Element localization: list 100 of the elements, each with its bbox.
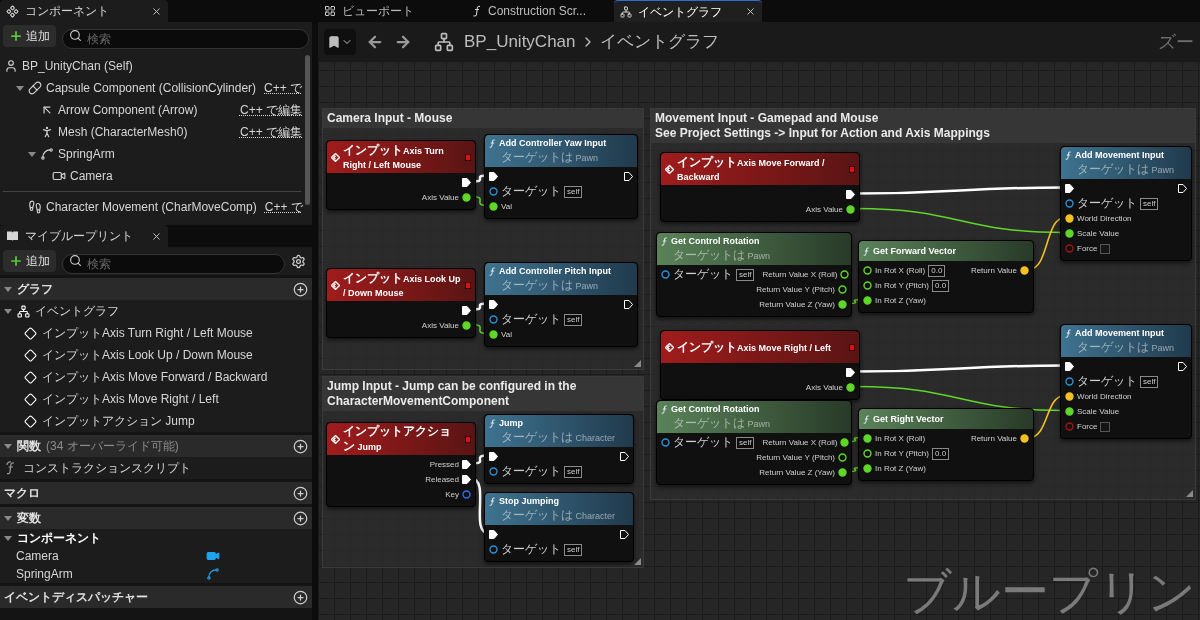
component-tree-item[interactable]: BP_UnityChan (Self) bbox=[0, 55, 304, 77]
resize-handle-icon[interactable] bbox=[634, 360, 641, 367]
pin-icon[interactable] bbox=[489, 187, 498, 196]
pin-value-field[interactable]: self bbox=[564, 313, 583, 326]
pure-node[interactable]: Get Forward Vector In Rot X (Roll) 0.0 Return Value In Rot Y (Pitch) 0.0 In Rot Z (Yaw) bbox=[858, 240, 1034, 313]
resize-handle-icon[interactable] bbox=[634, 558, 641, 565]
pin-icon[interactable] bbox=[863, 434, 872, 443]
event-node[interactable]: インプットAxis Turn Right / Left Mouse Axis Value bbox=[326, 140, 476, 210]
pin-icon[interactable] bbox=[1065, 229, 1074, 238]
exec-pin-icon[interactable] bbox=[624, 172, 633, 181]
event-node[interactable]: インプットAxis Move Forward / Backward Axis Value bbox=[660, 152, 860, 222]
pin-value-field[interactable]: 0.0 bbox=[928, 264, 946, 277]
pin-icon[interactable] bbox=[489, 202, 498, 211]
expand-arrow-icon[interactable] bbox=[16, 84, 24, 92]
event-node[interactable]: インプットAxis Move Right / Left Axis Value bbox=[660, 330, 860, 400]
pin-icon[interactable] bbox=[840, 270, 850, 279]
panel-tab[interactable]: マイブループリント bbox=[0, 225, 168, 247]
exec-pin-icon[interactable] bbox=[462, 306, 471, 315]
pin-value-field[interactable]: self bbox=[564, 543, 583, 556]
pin-icon[interactable] bbox=[838, 285, 847, 294]
bookmark-button[interactable] bbox=[324, 29, 356, 55]
comment-box[interactable] bbox=[650, 108, 1196, 500]
exec-pin-icon[interactable] bbox=[620, 452, 629, 461]
edit-link[interactable]: C++ で bbox=[260, 198, 303, 216]
comment-box[interactable]: Jump Input - Jump can be configured in the CharacterMovementComponent インプットアクション Jump Pressed Released Key Jump ターゲットは Character ターゲット self Stop Jumping ターゲットは Character ターゲット self bbox=[322, 376, 644, 568]
category-header[interactable]: コンポーネント bbox=[0, 529, 312, 547]
close-icon[interactable] bbox=[151, 5, 162, 17]
pin-icon[interactable] bbox=[661, 438, 670, 447]
edit-link[interactable]: C++ で編集 bbox=[236, 123, 302, 141]
breadcrumb-item[interactable]: BP_UnityChan bbox=[464, 29, 576, 55]
component-tree-item[interactable]: Character Movement (CharMoveComp) C++ で bbox=[0, 196, 304, 218]
search-field[interactable]: 検索 bbox=[62, 29, 309, 49]
exec-pin-icon[interactable] bbox=[1065, 362, 1074, 371]
editor-tab[interactable]: イベントグラフ bbox=[614, 0, 762, 22]
pin-value-field[interactable]: self bbox=[1140, 375, 1159, 388]
tree-item[interactable]: コンストラクションスクリプト bbox=[0, 457, 312, 479]
section-header[interactable]: イベントディスパッチャー bbox=[0, 586, 312, 608]
pure-node[interactable]: Get Right Vector In Rot X (Roll) Return Value In Rot Y (Pitch) 0.0 In Rot Z (Yaw) bbox=[858, 408, 1034, 481]
pin-icon[interactable] bbox=[462, 321, 471, 330]
add-icon[interactable] bbox=[293, 485, 308, 501]
exec-pin-icon[interactable] bbox=[462, 178, 471, 187]
edit-link[interactable]: C++ で編集 bbox=[236, 101, 302, 119]
delegate-pin-icon[interactable] bbox=[465, 435, 471, 443]
variable-item[interactable]: SpringArm bbox=[0, 565, 312, 583]
pin-value-field[interactable]: self bbox=[564, 185, 583, 198]
event-node[interactable]: インプットAxis Look Up / Down Mouse Axis Value bbox=[326, 268, 476, 338]
exec-pin-icon[interactable] bbox=[462, 460, 471, 469]
exec-pin-icon[interactable] bbox=[1178, 362, 1187, 371]
delegate-pin-icon[interactable] bbox=[849, 343, 855, 351]
editor-tab[interactable]: ビューポート bbox=[318, 0, 466, 22]
expand-arrow-icon[interactable] bbox=[28, 150, 36, 158]
component-tree-item[interactable]: Camera bbox=[0, 165, 304, 187]
tree-item[interactable]: インプットアクション Jump bbox=[0, 410, 312, 432]
pin-icon[interactable] bbox=[863, 464, 872, 473]
pin-value-field[interactable]: 0.0 bbox=[931, 279, 950, 292]
back-icon[interactable] bbox=[366, 33, 384, 51]
section-header[interactable]: マクロ bbox=[0, 482, 312, 504]
exec-pin-icon[interactable] bbox=[846, 190, 855, 199]
add-button[interactable]: 追加 bbox=[3, 25, 56, 47]
search-field[interactable]: 検索 bbox=[62, 254, 285, 274]
pin-icon[interactable] bbox=[661, 270, 670, 279]
pin-value-field[interactable]: self bbox=[736, 436, 755, 449]
pin-icon[interactable] bbox=[863, 449, 872, 458]
pin-icon[interactable] bbox=[863, 281, 872, 290]
close-icon[interactable] bbox=[745, 6, 756, 17]
resize-handle-icon[interactable] bbox=[1186, 490, 1193, 497]
pin-icon[interactable] bbox=[838, 300, 847, 309]
pin-value-field[interactable]: self bbox=[1140, 197, 1159, 210]
function-node[interactable]: Add Controller Yaw Input ターゲットは Pawn ターゲット self Val bbox=[484, 134, 638, 219]
variable-item[interactable]: Camera bbox=[0, 547, 312, 565]
pin-icon[interactable] bbox=[1065, 377, 1074, 386]
tree-item[interactable]: インプットAxis Move Forward / Backward bbox=[0, 366, 312, 388]
pin-icon[interactable] bbox=[489, 315, 498, 324]
exec-pin-icon[interactable] bbox=[1065, 184, 1074, 193]
function-node[interactable]: Add Movement Input ターゲットは Pawn ターゲット self World Direction Scale Value Force bbox=[1060, 146, 1192, 261]
pin-icon[interactable] bbox=[1065, 199, 1074, 208]
breadcrumb-item[interactable]: イベントグラフ bbox=[599, 29, 719, 55]
function-node[interactable]: Add Movement Input ターゲットは Pawn ターゲット self World Direction Scale Value Force bbox=[1060, 324, 1192, 439]
checkbox[interactable] bbox=[1100, 243, 1111, 254]
pin-icon[interactable] bbox=[489, 467, 498, 476]
add-icon[interactable] bbox=[293, 281, 308, 297]
close-icon[interactable] bbox=[151, 230, 162, 242]
pin-value-field[interactable]: 0.0 bbox=[931, 447, 950, 460]
tree-item[interactable]: インプットAxis Move Right / Left bbox=[0, 388, 312, 410]
delegate-pin-icon[interactable] bbox=[465, 281, 471, 289]
expand-arrow-icon[interactable] bbox=[4, 285, 12, 293]
event-node[interactable]: インプットアクション Jump Pressed Released Key bbox=[326, 422, 476, 507]
pin-icon[interactable] bbox=[863, 296, 872, 305]
exec-pin-icon[interactable] bbox=[462, 475, 471, 484]
pin-icon[interactable] bbox=[462, 193, 471, 202]
tree-item[interactable]: インプットAxis Look Up / Down Mouse bbox=[0, 344, 312, 366]
delegate-pin-icon[interactable] bbox=[465, 153, 471, 161]
function-node[interactable]: Jump ターゲットは Character ターゲット self bbox=[484, 414, 634, 484]
pin-icon[interactable] bbox=[1065, 407, 1074, 416]
pin-icon[interactable] bbox=[840, 438, 850, 447]
add-icon[interactable] bbox=[293, 438, 308, 454]
section-header[interactable]: グラフ bbox=[0, 278, 312, 300]
tree-item[interactable]: インプットAxis Turn Right / Left Mouse bbox=[0, 322, 312, 344]
pin-icon[interactable] bbox=[489, 330, 498, 339]
pure-node[interactable]: Get Control Rotation ターゲットは Pawn ターゲット self Return Value X (Roll) Return Value Y (Pitch) Return Value Z (Yaw) bbox=[656, 232, 852, 317]
